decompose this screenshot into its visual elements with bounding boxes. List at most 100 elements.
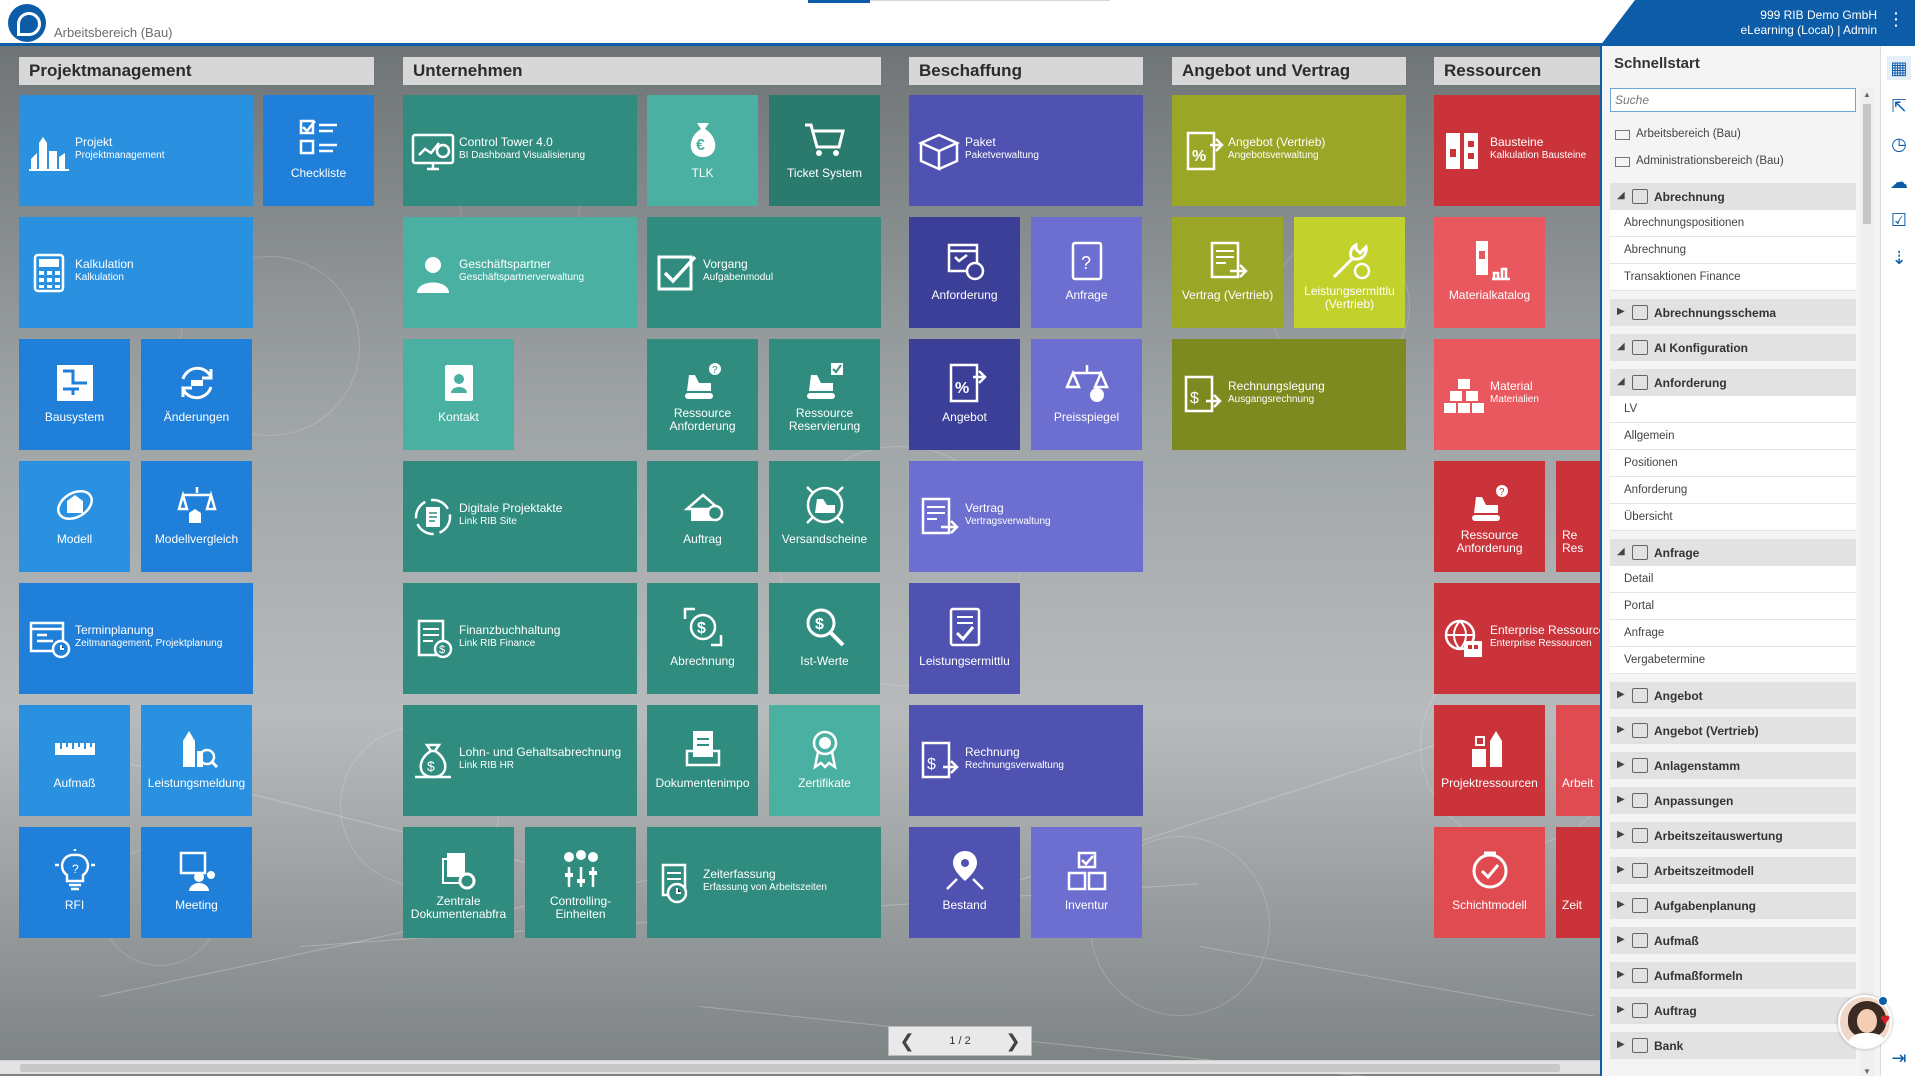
tile-material[interactable]: Material Materialien [1434, 339, 1600, 450]
quickstart-item[interactable]: Abrechnung [1610, 237, 1856, 264]
quickstart-item[interactable]: Positionen [1610, 450, 1856, 477]
quickstart-category[interactable]: ◢ Anfrage [1610, 539, 1856, 566]
previous-page-button[interactable]: ❮ [897, 1031, 917, 1052]
quickstart-category[interactable]: ◢ AI Konfiguration [1610, 334, 1856, 361]
tile-digitale-projektakte[interactable]: Digitale Projektakte Link RIB Site [403, 461, 637, 572]
rib-logo-icon[interactable] [8, 4, 46, 42]
tile-arbeit[interactable]: Arbeit [1556, 705, 1600, 816]
tile-materialkatalog[interactable]: Materialkatalog [1434, 217, 1545, 328]
tile-bausystem[interactable]: Bausystem [19, 339, 130, 450]
tile-bausteine[interactable]: Bausteine Kalkulation Bausteine [1434, 95, 1600, 206]
quickstart-category[interactable]: ▶ Arbeitszeitauswertung [1610, 822, 1856, 849]
tile-rechnung[interactable]: $ Rechnung Rechnungsverwaltung [909, 705, 1143, 816]
tile-preisspiegel[interactable]: Preisspiegel [1031, 339, 1142, 450]
quickstart-item[interactable]: Anfrage [1610, 620, 1856, 647]
tile-terminplanung[interactable]: Terminplanung Zeitmanagement, Projektpla… [19, 583, 253, 694]
tile-enterprise-ressource[interactable]: Enterprise Ressource Enterprise Ressourc… [1434, 583, 1600, 694]
quickstart-scrollbar[interactable]: ▲ ▼ [1860, 88, 1874, 1076]
scroll-up-arrow-icon[interactable]: ▲ [1863, 90, 1871, 99]
tile-kalkulation[interactable]: Kalkulation Kalkulation [19, 217, 253, 328]
tile-inventur[interactable]: Inventur [1031, 827, 1142, 938]
tile-rechnungslegung[interactable]: $ Rechnungslegung Ausgangsrechnung [1172, 339, 1406, 450]
collapsed-arrow-icon[interactable]: ▶ [1617, 689, 1625, 700]
tile-ist-werte[interactable]: $ Ist-Werte [769, 583, 880, 694]
tile-zertifikate[interactable]: Zertifikate [769, 705, 880, 816]
quickstart-category[interactable]: ▶ Abrechnungsschema [1610, 299, 1856, 326]
quickstart-item[interactable]: Anforderung [1610, 477, 1856, 504]
grid-icon[interactable]: ▦ [1887, 56, 1911, 80]
tile-ticket-system[interactable]: Ticket System [769, 95, 880, 206]
tile-projekt[interactable]: Projekt Projektmanagement [19, 95, 253, 206]
quickstart-item[interactable]: Übersicht [1610, 504, 1856, 531]
tile-bestand[interactable]: Bestand [909, 827, 1020, 938]
tile-lohn-gehaltsabrechnung[interactable]: $ Lohn- und Gehaltsabrechnung Link RIB H… [403, 705, 637, 816]
tile-vorgang[interactable]: Vorgang Aufgabenmodul [647, 217, 881, 328]
cloud-icon[interactable]: ☁ [1887, 170, 1911, 194]
tile-modell[interactable]: Modell [19, 461, 130, 572]
quickstart-category[interactable]: ▶ Angebot (Vertrieb) [1610, 717, 1856, 744]
quickstart-category[interactable]: ▶ Aufmaß [1610, 927, 1856, 954]
tile-control-tower[interactable]: Control Tower 4.0 BI Dashboard Visualisi… [403, 95, 637, 206]
tile-rfi[interactable]: ? RFI [19, 827, 130, 938]
checkbox-icon[interactable]: ☑ [1887, 208, 1911, 232]
more-vertical-icon[interactable]: ⋮ [1887, 10, 1905, 28]
quickstart-category[interactable]: ◢ Abrechnung [1610, 183, 1856, 210]
tile-zeiterfassung[interactable]: Zeiterfassung Erfassung von Arbeitszeite… [647, 827, 881, 938]
expanded-arrow-icon[interactable]: ◢ [1617, 376, 1625, 387]
tile-controlling-einheiten[interactable]: Controlling-Einheiten [525, 827, 636, 938]
tile-ressource-reservierung[interactable]: Ressource Reservierung [769, 339, 880, 450]
quickstart-category[interactable]: ▶ Angebot [1610, 682, 1856, 709]
share-icon[interactable]: ⇱ [1887, 94, 1911, 118]
tile-schichtmodell[interactable]: Schichtmodell [1434, 827, 1545, 938]
tile-zentrale-dokumentenabfrage[interactable]: Zentrale Dokumentenabfra [403, 827, 514, 938]
tile-angebot[interactable]: % Angebot [909, 339, 1020, 450]
collapsed-arrow-icon[interactable]: ▶ [1617, 306, 1625, 317]
tile-meeting[interactable]: Meeting [141, 827, 252, 938]
tile-zeit[interactable]: Zeit [1556, 827, 1600, 938]
tile-anforderung[interactable]: Anforderung [909, 217, 1020, 328]
tile-leistungsmeldung[interactable]: Leistungsmeldung [141, 705, 252, 816]
quickstart-link[interactable]: Arbeitsbereich (Bau) [1610, 121, 1856, 148]
quickstart-category[interactable]: ▶ Bank [1610, 1032, 1856, 1059]
expanded-arrow-icon[interactable]: ◢ [1617, 341, 1625, 352]
collapsed-arrow-icon[interactable]: ▶ [1617, 759, 1625, 770]
quickstart-item[interactable]: LV [1610, 396, 1856, 423]
tile-vertrag-vertrieb[interactable]: Vertrag (Vertrieb) [1172, 217, 1283, 328]
quickstart-category[interactable]: ◢ Anforderung [1610, 369, 1856, 396]
collapsed-arrow-icon[interactable]: ▶ [1617, 1039, 1625, 1050]
tile-finanzbuchhaltung[interactable]: $ Finanzbuchhaltung Link RIB Finance [403, 583, 637, 694]
expanded-arrow-icon[interactable]: ◢ [1617, 190, 1625, 201]
download-icon[interactable]: ⇣ [1887, 246, 1911, 270]
tile-versandscheine[interactable]: Versandscheine [769, 461, 880, 572]
tile-checkliste[interactable]: Checkliste [263, 95, 374, 206]
quickstart-category[interactable]: ▶ Aufgabenplanung [1610, 892, 1856, 919]
quickstart-category[interactable]: ▶ Anpassungen [1610, 787, 1856, 814]
tile-geschaeftspartner[interactable]: Geschäftspartner Geschäftspartnerverwalt… [403, 217, 637, 328]
collapsed-arrow-icon[interactable]: ▶ [1617, 1004, 1625, 1015]
tile-vertrag[interactable]: Vertrag Vertragsverwaltung [909, 461, 1143, 572]
quickstart-item[interactable]: Vergabetermine [1610, 647, 1856, 674]
tile-anfrage[interactable]: ? Anfrage [1031, 217, 1142, 328]
horizontal-scrollbar[interactable] [0, 1060, 1600, 1074]
tile-paket[interactable]: Paket Paketverwaltung [909, 95, 1143, 206]
quickstart-category[interactable]: ▶ Auftrag [1610, 997, 1856, 1024]
tile-aenderungen[interactable]: Änderungen [141, 339, 252, 450]
collapsed-arrow-icon[interactable]: ▶ [1617, 969, 1625, 980]
tile-ressource-reservierung-r[interactable]: Re Res [1556, 461, 1600, 572]
collapsed-arrow-icon[interactable]: ▶ [1617, 934, 1625, 945]
tile-ressource-anforderung-r[interactable]: ? Ressource Anforderung [1434, 461, 1545, 572]
quickstart-category[interactable]: ▶ Anlagenstamm [1610, 752, 1856, 779]
quickstart-item[interactable]: Allgemein [1610, 423, 1856, 450]
scrollbar-thumb[interactable] [1863, 104, 1871, 224]
collapsed-arrow-icon[interactable]: ▶ [1617, 899, 1625, 910]
scroll-down-arrow-icon[interactable]: ▼ [1863, 1067, 1871, 1076]
collapsed-arrow-icon[interactable]: ▶ [1617, 829, 1625, 840]
tile-angebot-vertrieb[interactable]: % Angebot (Vertrieb) Angebotsverwaltung [1172, 95, 1406, 206]
tile-auftrag[interactable]: Auftrag [647, 461, 758, 572]
collapse-panel-icon[interactable]: ⇥ [1887, 1046, 1911, 1070]
quickstart-item[interactable]: Transaktionen Finance [1610, 264, 1856, 291]
expanded-arrow-icon[interactable]: ◢ [1617, 546, 1625, 557]
tile-leistungsermittlung[interactable]: Leistungsermittlu [909, 583, 1020, 694]
tile-aufmass[interactable]: Aufmaß [19, 705, 130, 816]
quickstart-category[interactable]: ▶ Aufmaßformeln [1610, 962, 1856, 989]
